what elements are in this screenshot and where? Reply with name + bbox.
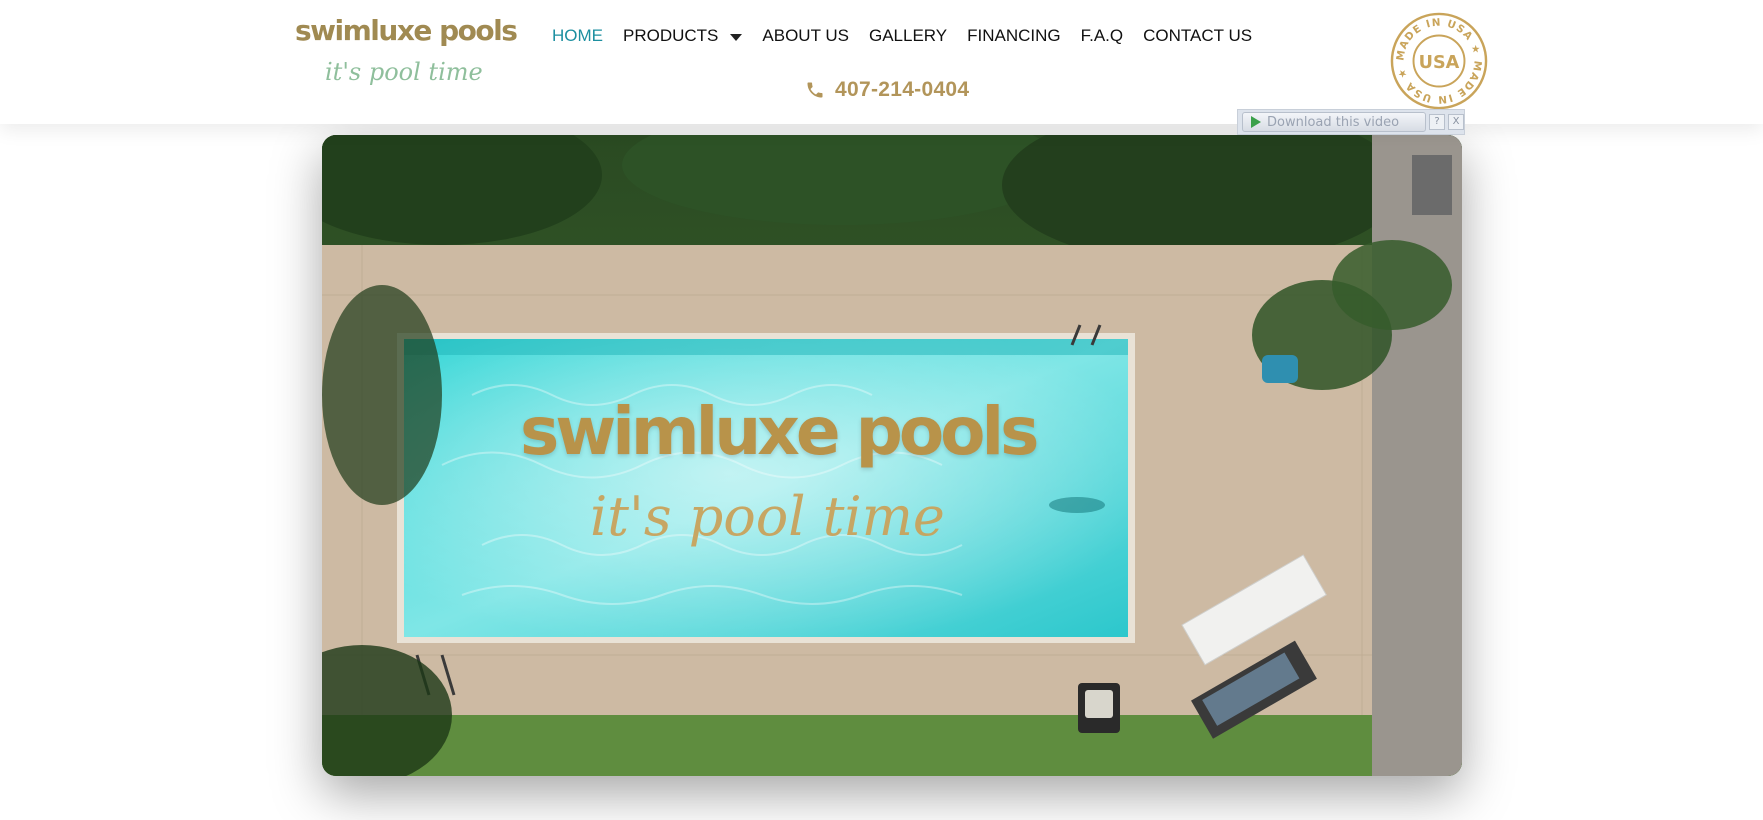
nav-item-label: GALLERY	[869, 26, 948, 45]
main-nav: HOME PRODUCTS ABOUT US GALLERY FINANCING…	[552, 20, 1272, 52]
phone-link[interactable]: 407-214-0404	[805, 78, 969, 102]
site-logo[interactable]: swimluxe pools it's pool time	[295, 14, 518, 104]
site-header: swimluxe pools it's pool time HOME PRODU…	[0, 0, 1763, 124]
download-video-label: Download this video	[1267, 114, 1400, 130]
download-video-bar: Download this video ? X	[1237, 109, 1465, 135]
nav-item-faq[interactable]: F.A.Q	[1081, 26, 1124, 46]
nav-item-label: ABOUT US	[762, 26, 849, 45]
nav-item-label: HOME	[552, 26, 603, 45]
seal-center-text: USA	[1419, 53, 1460, 73]
nav-item-label: FINANCING	[967, 26, 1061, 45]
nav-item-financing[interactable]: FINANCING	[967, 26, 1061, 46]
close-button[interactable]: X	[1448, 114, 1464, 130]
nav-item-home[interactable]: HOME	[552, 26, 603, 46]
made-in-usa-seal-icon: MADE IN USA ★ MADE IN USA ★ USA	[1390, 12, 1488, 110]
video-overlay-brand: swimluxe pools	[520, 393, 1039, 470]
download-video-button[interactable]: Download this video	[1242, 112, 1426, 132]
phone-number: 407-214-0404	[835, 78, 970, 101]
phone-icon	[807, 82, 823, 98]
caret-down-icon	[730, 33, 743, 41]
nav-item-label: CONTACT US	[1143, 26, 1253, 45]
logo-tagline: it's pool time	[325, 58, 483, 86]
nav-item-contact-us[interactable]: CONTACT US	[1143, 26, 1252, 46]
nav-item-label: F.A.Q	[1080, 26, 1124, 45]
nav-item-products[interactable]: PRODUCTS	[623, 26, 743, 46]
video-overlay-tagline: it's pool time	[590, 485, 945, 548]
help-button[interactable]: ?	[1429, 114, 1445, 130]
play-icon	[1251, 116, 1261, 128]
nav-item-label: PRODUCTS	[623, 26, 719, 45]
hero-video[interactable]: swimluxe pools it's pool time	[322, 135, 1462, 776]
nav-item-gallery[interactable]: GALLERY	[869, 26, 947, 46]
logo-wordmark: swimluxe pools	[295, 14, 518, 47]
nav-item-about-us[interactable]: ABOUT US	[762, 26, 849, 46]
